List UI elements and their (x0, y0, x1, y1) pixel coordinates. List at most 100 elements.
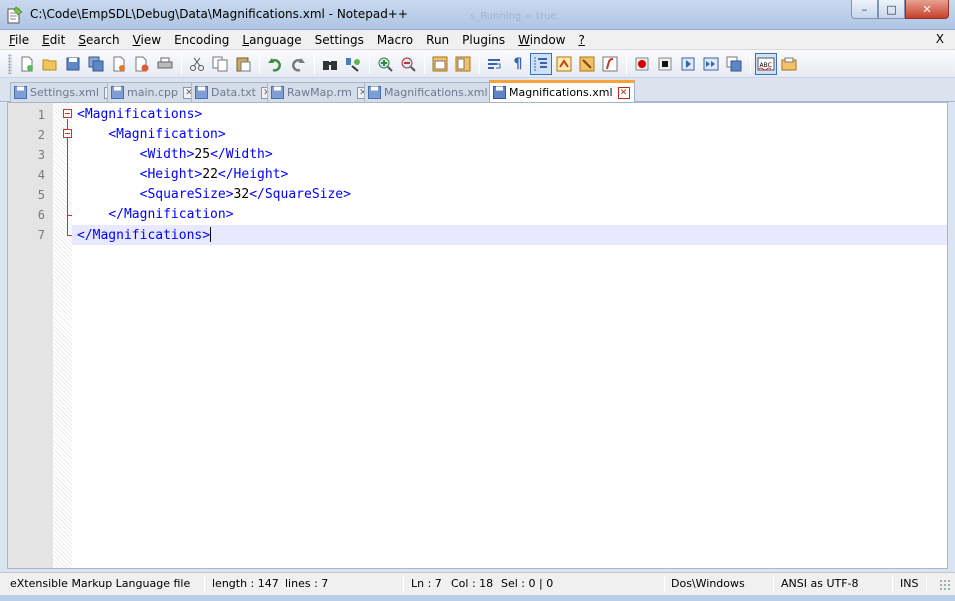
tab-close-icon[interactable]: ✕ (617, 86, 630, 99)
toolbar-separator (479, 53, 480, 74)
close-window-button[interactable]: ✕ (905, 0, 949, 19)
tab-label: Data.txt (211, 86, 256, 99)
xml-tag: </Width> (210, 147, 273, 162)
menu-view[interactable]: View (133, 33, 161, 47)
toolbar-grip[interactable] (8, 53, 12, 74)
status-divider (892, 575, 893, 593)
line-number: 4 (37, 168, 45, 182)
menu-label: earch (85, 32, 120, 47)
zoom-in-icon[interactable] (374, 53, 396, 75)
status-insert-mode[interactable]: INS (900, 577, 918, 590)
code-text: <Width>25</Width> (77, 147, 273, 162)
tab-main-cpp[interactable]: main.cpp ✕ (107, 82, 200, 102)
menu-encoding[interactable]: Encoding (174, 33, 229, 47)
save-all-icon[interactable] (85, 53, 107, 75)
spell-check-icon[interactable]: ABC (755, 52, 777, 75)
line-number: 1 (37, 108, 45, 122)
tab-magnifications-xml-active[interactable]: Magnifications.xml ✕ (489, 80, 635, 102)
run-macro-multiple-icon[interactable] (700, 53, 722, 75)
new-file-icon[interactable] (16, 53, 38, 75)
menu-label: iew (140, 32, 162, 47)
status-encoding[interactable]: ANSI as UTF-8 (781, 577, 859, 590)
xml-tag: <Magnifications> (77, 107, 203, 122)
stop-record-icon[interactable] (654, 53, 676, 75)
window-frame-bottom (0, 595, 955, 601)
close-all-icon[interactable] (131, 53, 153, 75)
menu-label: dit (49, 32, 66, 47)
xml-tag: <Magnification> (108, 127, 226, 142)
menu-edit[interactable]: Edit (42, 33, 65, 47)
menu-accel: S (78, 32, 86, 47)
background-window-text: s_Running = true; (470, 11, 560, 22)
function-list-icon[interactable] (599, 53, 621, 75)
code-line: 2 <Magnification> (8, 125, 947, 145)
menu-language[interactable]: Language (242, 33, 301, 47)
indent-guide-icon[interactable] (530, 52, 552, 75)
code-line: 4 <Height>22</Height> (8, 165, 947, 185)
status-eol-format[interactable]: Dos\Windows (671, 577, 745, 590)
code-line: 1 <Magnifications> (8, 105, 947, 125)
minimize-button[interactable]: – (851, 0, 878, 19)
status-line-number: Ln : 7 (411, 577, 442, 590)
replace-icon[interactable] (342, 53, 364, 75)
menu-label: ile (15, 32, 30, 47)
text-editor[interactable]: 1 <Magnifications> 2 <Magnification> 3 <… (7, 102, 948, 569)
print-icon[interactable] (154, 53, 176, 75)
sync-vertical-icon[interactable] (429, 53, 451, 75)
toolbar-separator (424, 53, 425, 74)
line-number: 5 (37, 188, 45, 202)
find-icon[interactable] (319, 53, 341, 75)
menu-run[interactable]: Run (426, 33, 449, 47)
menu-search[interactable]: Search (78, 33, 119, 47)
code-line: 3 <Width>25</Width> (8, 145, 947, 165)
close-document-button[interactable]: X (936, 32, 944, 46)
copy-icon[interactable] (209, 53, 231, 75)
undo-icon[interactable] (264, 53, 286, 75)
menu-help[interactable]: ? (578, 33, 584, 47)
menu-accel: E (42, 32, 50, 47)
redo-icon[interactable] (287, 53, 309, 75)
tab-magnifications-xml[interactable]: Magnifications.xml ✕ (364, 82, 510, 102)
menu-window[interactable]: Window (518, 33, 565, 47)
user-language-icon[interactable] (553, 53, 575, 75)
saved-file-icon (271, 86, 284, 99)
status-lines: lines : 7 (285, 577, 329, 590)
maximize-button[interactable]: □ (878, 0, 905, 19)
tab-settings-xml[interactable]: Settings.xml ✕ (10, 82, 121, 102)
menu-settings[interactable]: Settings (315, 33, 364, 47)
tab-data-txt[interactable]: Data.txt ✕ (191, 82, 278, 102)
status-divider (204, 575, 205, 593)
word-wrap-icon[interactable] (484, 53, 506, 75)
cut-icon[interactable] (186, 53, 208, 75)
tab-rawmap-rm[interactable]: RawMap.rm ✕ (267, 82, 374, 102)
save-icon[interactable] (62, 53, 84, 75)
menu-file[interactable]: File (9, 33, 29, 47)
show-all-chars-icon[interactable]: ¶ (507, 53, 529, 75)
play-macro-icon[interactable] (677, 53, 699, 75)
sync-horizontal-icon[interactable] (452, 53, 474, 75)
status-file-type: eXtensible Markup Language file (10, 577, 191, 590)
status-divider (773, 575, 774, 593)
menu-macro[interactable]: Macro (377, 33, 413, 47)
record-macro-icon[interactable] (631, 53, 653, 75)
menu-label: Run (426, 32, 450, 47)
open-file-icon[interactable] (39, 53, 61, 75)
document-switcher-icon[interactable] (778, 53, 800, 75)
resize-grip[interactable] (939, 579, 951, 591)
save-macro-icon[interactable] (723, 53, 745, 75)
tab-label: Magnifications.xml (509, 86, 613, 99)
zoom-out-icon[interactable] (397, 53, 419, 75)
line-number: 6 (37, 208, 45, 222)
menu-accel: ? (578, 32, 585, 47)
code-text: <Magnification> (77, 127, 226, 142)
xml-tag: <Height> (139, 167, 203, 182)
toolbar-separator (181, 53, 182, 74)
paste-icon[interactable] (232, 53, 254, 75)
document-map-icon[interactable] (576, 53, 598, 75)
close-icon[interactable] (108, 53, 130, 75)
title-bar: C:\Code\EmpSDL\Debug\Data\Magnifications… (0, 0, 955, 30)
menu-plugins[interactable]: Plugins (462, 33, 505, 47)
xml-tag: </SquareSize> (249, 187, 351, 202)
